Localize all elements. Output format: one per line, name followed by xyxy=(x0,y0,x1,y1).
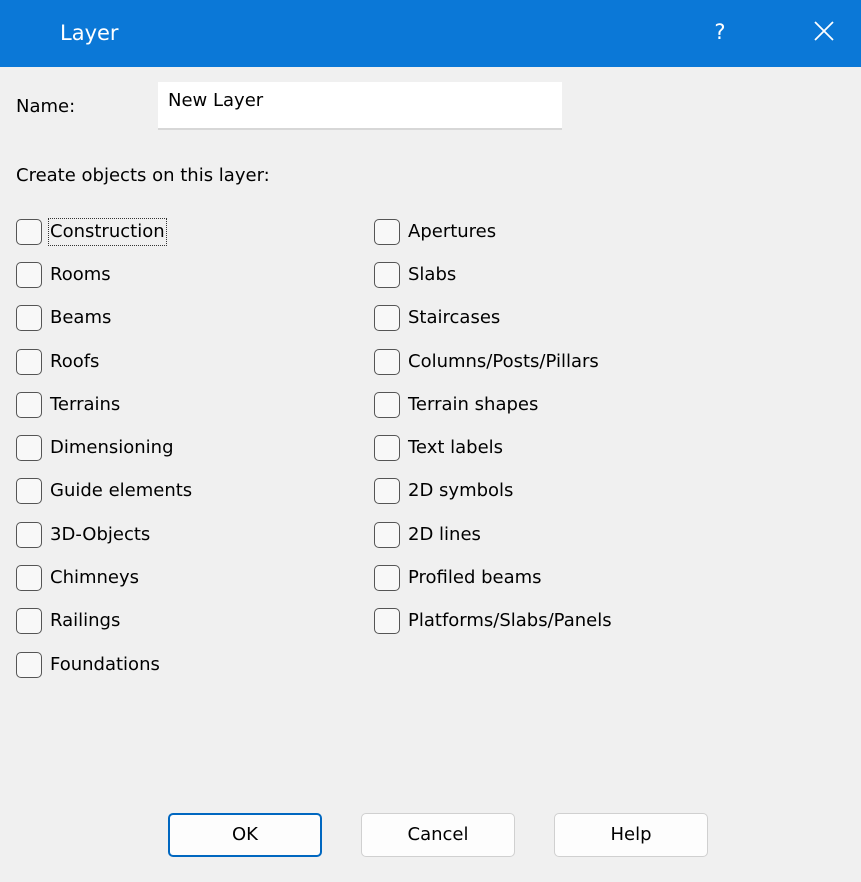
checkbox-rooms[interactable]: Rooms xyxy=(16,253,192,296)
checkbox-platforms-slabs-panels[interactable]: Platforms/Slabs/Panels xyxy=(374,600,612,643)
checkbox-box[interactable] xyxy=(16,608,42,635)
checkbox-label[interactable]: Staircases xyxy=(408,306,500,330)
checkbox-box[interactable] xyxy=(374,348,400,375)
create-objects-label: Create objects on this layer: xyxy=(16,165,270,186)
ok-button[interactable]: OK xyxy=(168,813,322,857)
window-title: Layer xyxy=(60,21,119,45)
checkbox-label[interactable]: Roofs xyxy=(50,350,99,374)
checkbox-label[interactable]: Slabs xyxy=(408,263,456,287)
checkbox-label[interactable]: Columns/Posts/Pillars xyxy=(408,350,599,374)
close-icon xyxy=(814,21,834,41)
checkbox-box[interactable] xyxy=(374,565,400,592)
name-input[interactable] xyxy=(158,82,562,130)
checkbox-box[interactable] xyxy=(16,521,42,548)
checkbox-box[interactable] xyxy=(16,651,42,678)
checkbox-box[interactable] xyxy=(374,521,400,548)
checkbox-chimneys[interactable]: Chimneys xyxy=(16,556,192,599)
checkbox-box[interactable] xyxy=(16,218,42,245)
checkbox-beams[interactable]: Beams xyxy=(16,297,192,340)
checkbox-box[interactable] xyxy=(16,435,42,462)
checkbox-text-labels[interactable]: Text labels xyxy=(374,426,612,469)
checkbox-staircases[interactable]: Staircases xyxy=(374,297,612,340)
checkbox-label[interactable]: Terrain shapes xyxy=(408,393,538,417)
checkbox-label[interactable]: Dimensioning xyxy=(50,436,174,460)
checkbox-box[interactable] xyxy=(16,478,42,505)
checkbox-box[interactable] xyxy=(16,391,42,418)
checkbox-label[interactable]: Profiled beams xyxy=(408,566,542,590)
checkbox-profiled-beams[interactable]: Profiled beams xyxy=(374,556,612,599)
help-button[interactable]: Help xyxy=(554,813,708,857)
checkbox-railings[interactable]: Railings xyxy=(16,600,192,643)
checkbox-slabs[interactable]: Slabs xyxy=(374,253,612,296)
checkbox-box[interactable] xyxy=(16,565,42,592)
checkbox-box[interactable] xyxy=(374,478,400,505)
checkbox-guide-elements[interactable]: Guide elements xyxy=(16,470,192,513)
checkbox-label[interactable]: Railings xyxy=(50,609,120,633)
checkbox-label[interactable]: Apertures xyxy=(408,220,496,244)
checkbox-columns-posts-pillars[interactable]: Columns/Posts/Pillars xyxy=(374,340,612,383)
right-checkbox-column: Apertures Slabs Staircases Columns/Posts… xyxy=(374,210,612,643)
checkbox-terrain-shapes[interactable]: Terrain shapes xyxy=(374,383,612,426)
close-button[interactable] xyxy=(800,10,848,54)
checkbox-label[interactable]: Chimneys xyxy=(50,566,139,590)
checkbox-label[interactable]: Terrains xyxy=(50,393,120,417)
checkbox-2d-symbols[interactable]: 2D symbols xyxy=(374,470,612,513)
checkbox-label[interactable]: 3D-Objects xyxy=(50,523,150,547)
checkbox-box[interactable] xyxy=(374,608,400,635)
checkbox-box[interactable] xyxy=(16,348,42,375)
checkbox-label[interactable]: Beams xyxy=(50,306,111,330)
checkbox-terrains[interactable]: Terrains xyxy=(16,383,192,426)
checkbox-construction[interactable]: Construction xyxy=(16,210,192,253)
help-title-button[interactable]: ? xyxy=(700,10,740,54)
checkbox-box[interactable] xyxy=(374,261,400,288)
checkbox-2d-lines[interactable]: 2D lines xyxy=(374,513,612,556)
name-label: Name: xyxy=(16,96,76,117)
checkbox-box[interactable] xyxy=(374,435,400,462)
checkbox-box[interactable] xyxy=(16,305,42,332)
checkbox-apertures[interactable]: Apertures xyxy=(374,210,612,253)
checkbox-label[interactable]: Platforms/Slabs/Panels xyxy=(408,609,612,633)
checkbox-box[interactable] xyxy=(374,305,400,332)
checkbox-box[interactable] xyxy=(16,261,42,288)
checkbox-label[interactable]: Guide elements xyxy=(50,479,192,503)
title-bar: Layer ? xyxy=(0,0,861,67)
checkbox-box[interactable] xyxy=(374,391,400,418)
left-checkbox-column: Construction Rooms Beams Roofs Terrains … xyxy=(16,210,192,686)
cancel-button[interactable]: Cancel xyxy=(361,813,515,857)
checkbox-roofs[interactable]: Roofs xyxy=(16,340,192,383)
checkbox-foundations[interactable]: Foundations xyxy=(16,643,192,686)
checkbox-dimensioning[interactable]: Dimensioning xyxy=(16,426,192,469)
checkbox-label[interactable]: Construction xyxy=(48,217,167,246)
checkbox-3d-objects[interactable]: 3D-Objects xyxy=(16,513,192,556)
checkbox-label[interactable]: Rooms xyxy=(50,263,111,287)
checkbox-label[interactable]: Foundations xyxy=(50,653,160,677)
checkbox-label[interactable]: 2D symbols xyxy=(408,479,513,503)
checkbox-box[interactable] xyxy=(374,218,400,245)
checkbox-label[interactable]: 2D lines xyxy=(408,523,481,547)
checkbox-label[interactable]: Text labels xyxy=(408,436,503,460)
